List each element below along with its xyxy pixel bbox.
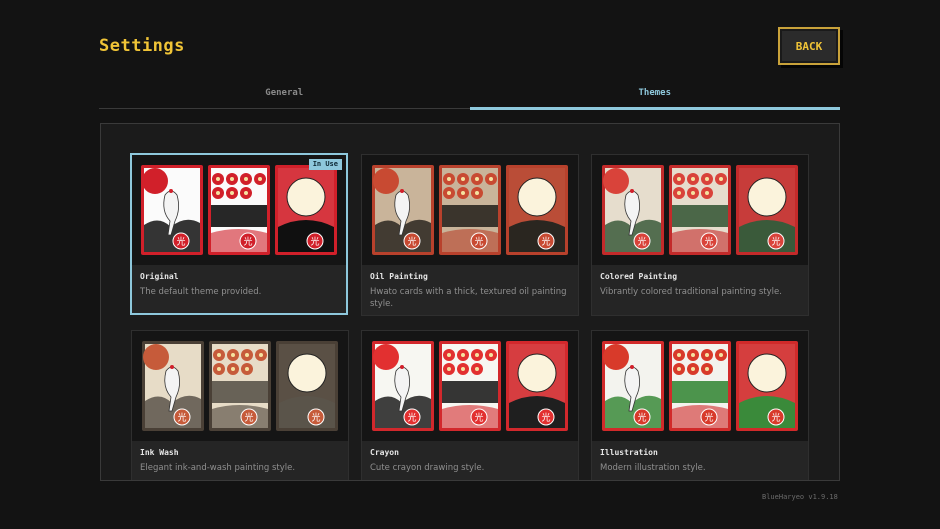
card-glyph: 光: [771, 412, 780, 424]
hwatu-card-crane: 光: [141, 165, 203, 255]
theme-description: Vibrantly colored traditional painting s…: [600, 287, 782, 297]
hwatu-card-moon: 光: [506, 165, 568, 255]
hwatu-card-blossom: 光: [669, 341, 731, 431]
theme-preview: 光光光: [592, 155, 808, 265]
theme-preview: 光光光: [132, 155, 346, 265]
hwatu-card-blossom: 光: [439, 165, 501, 255]
hwatu-card-crane: 光: [372, 341, 434, 431]
hwatu-card-moon: 光: [736, 341, 798, 431]
card-glyph: 光: [176, 236, 185, 248]
page-title: Settings: [99, 36, 185, 56]
version-label: BlueHaryeo v1.9.18: [762, 493, 838, 501]
card-glyph: 光: [771, 236, 780, 248]
theme-name: Oil Painting: [370, 272, 428, 281]
tab-themes[interactable]: Themes: [469, 84, 841, 110]
hwatu-card-crane: 光: [602, 165, 664, 255]
card-glyph: 光: [704, 236, 713, 248]
theme-description: Cute crayon drawing style.: [370, 463, 485, 473]
card-glyph: 光: [704, 412, 713, 424]
back-button[interactable]: BACK: [778, 27, 840, 65]
theme-description: Hwato cards with a thick, textured oil p…: [370, 287, 567, 309]
theme-name: Ink Wash: [140, 448, 179, 457]
card-glyph: 光: [407, 412, 416, 424]
in-use-badge: In Use: [308, 159, 342, 170]
hwatu-card-moon: 光: [275, 165, 337, 255]
theme-description: Modern illustration style.: [600, 463, 706, 473]
card-glyph: 光: [177, 412, 186, 424]
theme-description: Elegant ink-and-wash painting style.: [140, 463, 296, 473]
card-glyph: 光: [310, 236, 319, 248]
theme-description: The default theme provided.: [140, 287, 262, 297]
card-glyph: 光: [244, 412, 253, 424]
theme-preview: 光光光: [362, 331, 578, 441]
theme-name: Colored Painting: [600, 272, 678, 281]
hwatu-card-moon: 光: [736, 165, 798, 255]
theme-preview: 光光光: [592, 331, 808, 441]
hwatu-card-crane: 光: [372, 165, 434, 255]
hwatu-card-crane: 光: [142, 341, 204, 431]
theme-card-illustration[interactable]: 光 光 光 Illustration Modern illustration sty…: [591, 330, 809, 480]
hwatu-card-crane: 光: [602, 341, 664, 431]
card-glyph: 光: [243, 236, 252, 248]
card-glyph: 光: [474, 236, 483, 248]
card-glyph: 光: [637, 236, 646, 248]
theme-card-ink-wash[interactable]: 光 光 光 Ink Wash Elegant ink-and-wash painti…: [131, 330, 349, 480]
hwatu-card-blossom: 光: [669, 165, 731, 255]
hwatu-card-moon: 光: [276, 341, 338, 431]
theme-card-crayon[interactable]: 光 光 光 Crayon Cute crayon drawing style.: [361, 330, 579, 480]
themes-panel: 光光光 In Use Original The default theme pr…: [100, 123, 840, 481]
card-glyph: 光: [541, 236, 550, 248]
tab-general[interactable]: General: [99, 84, 470, 108]
card-glyph: 光: [407, 236, 416, 248]
card-glyph: 光: [311, 412, 320, 424]
hwatu-card-moon: 光: [506, 341, 568, 431]
settings-tabs: General Themes: [99, 84, 841, 110]
theme-name: Illustration: [600, 448, 658, 457]
hwatu-card-blossom: 光: [439, 341, 501, 431]
theme-card-colored-painting[interactable]: 光 光 光 Colored Painting Vibrantly colored t…: [591, 154, 809, 316]
theme-preview: 光光光: [132, 331, 348, 441]
card-glyph: 光: [541, 412, 550, 424]
theme-card-oil-painting[interactable]: 光 光 光 Oil Painting Hwato cards with a thic…: [361, 154, 579, 316]
card-glyph: 光: [637, 412, 646, 424]
hwatu-card-blossom: 光: [209, 341, 271, 431]
theme-preview: 光光光: [362, 155, 578, 265]
hwatu-card-blossom: 光: [208, 165, 270, 255]
theme-name: Original: [140, 272, 179, 281]
card-glyph: 光: [474, 412, 483, 424]
theme-card-original[interactable]: 光 光 光 In Use Original The default theme pr…: [130, 153, 348, 315]
theme-name: Crayon: [370, 448, 399, 457]
